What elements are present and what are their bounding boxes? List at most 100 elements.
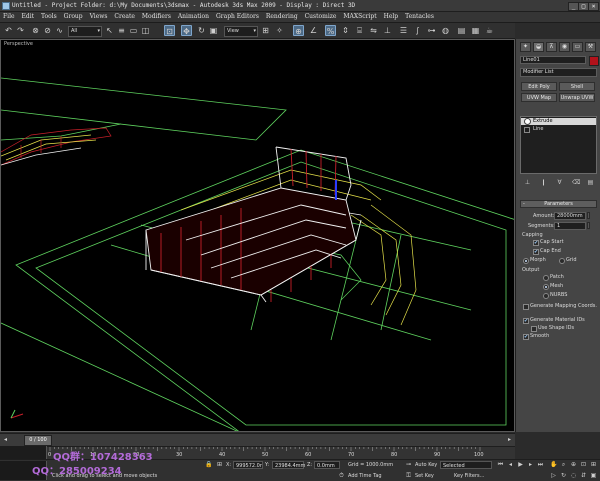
object-color-swatch[interactable] xyxy=(589,56,599,66)
app-icon[interactable] xyxy=(2,2,10,10)
pin-stack-icon[interactable]: ⊥ xyxy=(524,179,531,186)
selection-set-dropdown[interactable]: Selected xyxy=(440,461,492,469)
display-tab-icon[interactable]: ▭ xyxy=(572,42,583,52)
mesh-radio[interactable] xyxy=(543,284,549,290)
cap-end-checkbox[interactable]: ✔ xyxy=(533,249,539,255)
pivot-center-icon[interactable]: ⊞ xyxy=(260,25,271,36)
named-selection-icon[interactable]: ⌸ xyxy=(354,25,365,36)
remove-modifier-icon[interactable]: ⌫ xyxy=(572,179,580,186)
nurbs-radio[interactable] xyxy=(543,293,549,299)
edit-poly-button[interactable]: Edit Poly xyxy=(521,82,557,91)
segments-spinner[interactable] xyxy=(587,222,590,229)
layer-manager-icon[interactable]: ☰ xyxy=(398,25,409,36)
next-frame-icon[interactable]: ▸ xyxy=(527,461,534,468)
field-of-view-icon[interactable]: ▷ xyxy=(550,472,557,479)
menu-edit[interactable]: Edit xyxy=(19,12,36,22)
schematic-view-icon[interactable]: ⊶ xyxy=(426,25,437,36)
motion-tab-icon[interactable]: ◉ xyxy=(559,42,570,52)
menu-maxscript[interactable]: MAXScript xyxy=(341,12,378,22)
time-slider[interactable]: 0 / 100 ◂ ▸ xyxy=(0,433,515,446)
zoom-icon[interactable]: ⌕ xyxy=(560,461,567,468)
morph-radio[interactable] xyxy=(523,258,529,264)
show-end-result-icon[interactable]: ❙ xyxy=(540,179,547,186)
align-icon[interactable]: ⊥ xyxy=(382,25,393,36)
orbit-icon[interactable]: ◌ xyxy=(570,472,577,479)
render-setup-icon[interactable]: ▤ xyxy=(456,25,467,36)
segments-field[interactable]: 1 xyxy=(554,222,586,230)
menu-graph-editors[interactable]: Graph Editors xyxy=(214,12,261,22)
select-and-scale-icon[interactable]: ▣ xyxy=(208,25,219,36)
zoom-extents-icon[interactable]: ⊡ xyxy=(580,461,587,468)
percent-snap-icon[interactable]: % xyxy=(325,25,336,36)
generate-material-ids-checkbox[interactable]: ✔ xyxy=(523,318,529,324)
material-editor-icon[interactable]: ◍ xyxy=(440,25,451,36)
time-tag-icon[interactable]: ⏱ xyxy=(338,472,345,479)
menu-customize[interactable]: Customize xyxy=(303,12,339,22)
x-coord-field[interactable]: 999572.0r xyxy=(233,461,263,469)
reference-coordinate-dropdown[interactable]: View xyxy=(224,26,258,37)
window-crossing-icon[interactable]: ◫ xyxy=(140,25,151,36)
walk-through-icon[interactable]: ⇵ xyxy=(580,472,587,479)
maxscript-mini-listener[interactable] xyxy=(0,446,47,459)
time-slider-next-icon[interactable]: ▸ xyxy=(506,436,513,443)
add-time-tag-button[interactable]: Add Time Tag xyxy=(348,473,382,479)
play-icon[interactable]: ▶ xyxy=(517,461,524,468)
lightbulb-icon[interactable] xyxy=(524,118,531,125)
modifier-list-dropdown[interactable]: Modifier List xyxy=(520,68,597,77)
mirror-icon[interactable]: ⇋ xyxy=(368,25,379,36)
stack-item-extrude[interactable]: Extrude xyxy=(521,118,596,125)
bind-space-warp-icon[interactable]: ∿ xyxy=(54,25,65,36)
uvw-map-button[interactable]: UVW Map xyxy=(521,93,557,102)
rendered-frame-icon[interactable]: ▦ xyxy=(470,25,481,36)
key-filters-button[interactable]: Key Filters... xyxy=(454,473,484,479)
menu-create[interactable]: Create xyxy=(112,12,137,22)
menu-group[interactable]: Group xyxy=(62,12,85,22)
absolute-mode-icon[interactable]: ⊞ xyxy=(216,461,223,468)
menu-help[interactable]: Help xyxy=(382,12,401,22)
generate-mapping-coords-checkbox[interactable] xyxy=(523,304,529,310)
utilities-tab-icon[interactable]: ⚒ xyxy=(585,42,596,52)
quick-render-icon[interactable]: ☕ xyxy=(484,25,495,36)
menu-file[interactable]: File xyxy=(1,12,17,22)
make-unique-icon[interactable]: ∀ xyxy=(556,179,563,186)
set-key-icon[interactable]: ⚿ xyxy=(405,472,412,479)
unwrap-uvw-button[interactable]: Unwrap UVW xyxy=(559,93,595,102)
select-object-icon[interactable]: ↖ xyxy=(104,25,115,36)
spinner-snap-icon[interactable]: ⇕ xyxy=(340,25,351,36)
create-tab-icon[interactable]: ✦ xyxy=(520,42,531,52)
select-and-move-icon[interactable]: ✥ xyxy=(181,25,192,36)
selection-filter-dropdown[interactable]: All xyxy=(68,26,102,37)
grid-radio[interactable] xyxy=(559,258,565,264)
z-coord-field[interactable]: 0.0mm xyxy=(314,461,340,469)
go-to-end-icon[interactable]: ⏭ xyxy=(537,461,544,468)
maximize-viewport-icon[interactable]: ▣ xyxy=(590,472,597,479)
key-mode-icon[interactable]: ⊸ xyxy=(405,461,412,468)
set-key-button[interactable]: Set Key xyxy=(415,473,434,479)
undo-icon[interactable]: ↶ xyxy=(3,25,14,36)
patch-radio[interactable] xyxy=(543,275,549,281)
menu-rendering[interactable]: Rendering xyxy=(264,12,300,22)
pan-icon[interactable]: ✋ xyxy=(550,461,557,468)
stack-item-line[interactable]: Line xyxy=(521,126,596,133)
select-by-name-icon[interactable]: ≡ xyxy=(116,25,127,36)
zoom-extents-all-icon[interactable]: ⊞ xyxy=(590,461,597,468)
menu-animation[interactable]: Animation xyxy=(176,12,211,22)
viewport-scene[interactable] xyxy=(1,40,515,432)
menu-modifiers[interactable]: Modifiers xyxy=(140,12,173,22)
use-shape-ids-checkbox[interactable] xyxy=(531,326,537,332)
lock-selection-icon[interactable]: 🔒 xyxy=(205,461,212,468)
smooth-checkbox[interactable]: ✔ xyxy=(523,334,529,340)
menu-views[interactable]: Views xyxy=(88,12,110,22)
close-button[interactable]: × xyxy=(588,2,599,11)
cap-start-checkbox[interactable]: ✔ xyxy=(533,240,539,246)
previous-frame-icon[interactable]: ◂ xyxy=(507,461,514,468)
parameters-rollout[interactable]: - Parameters xyxy=(520,200,597,208)
configure-modifier-sets-icon[interactable]: ▤ xyxy=(587,179,594,186)
amount-spinner[interactable] xyxy=(587,212,590,219)
perspective-viewport[interactable]: Perspective xyxy=(0,39,515,432)
modify-tab-icon[interactable]: ◒ xyxy=(533,42,544,52)
menu-tentacles[interactable]: Tentacles xyxy=(403,12,436,22)
expand-icon[interactable] xyxy=(524,127,530,133)
hierarchy-tab-icon[interactable]: ⊼ xyxy=(546,42,557,52)
unlink-icon[interactable]: ⊘ xyxy=(42,25,53,36)
